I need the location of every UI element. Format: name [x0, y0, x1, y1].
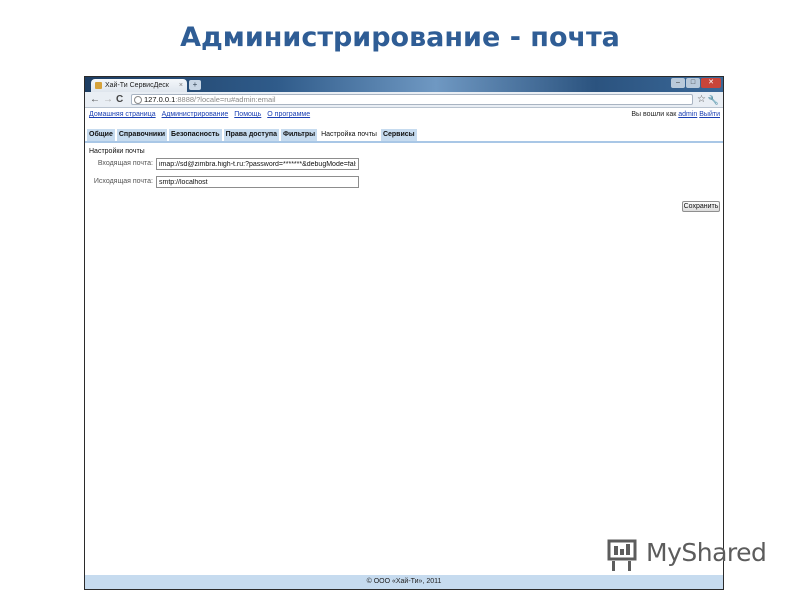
minimize-icon[interactable]: – — [671, 78, 685, 88]
browser-titlebar: Хай-Ти СервисДеск × + – □ ✕ — [85, 77, 723, 92]
browser-tab-title: Хай-Ти СервисДеск — [105, 82, 169, 89]
bookmark-star-icon[interactable]: ☆ — [697, 93, 706, 107]
logged-in-label: Вы вошли как — [631, 111, 677, 118]
url-host: 127.0.0.1 — [144, 95, 176, 104]
tab-mail-settings[interactable]: Настройка почты — [319, 129, 379, 141]
new-tab-button[interactable]: + — [189, 80, 201, 90]
reload-icon[interactable]: C — [116, 93, 123, 107]
link-about[interactable]: О программе — [267, 111, 310, 118]
slide-title: Администрирование - почта — [180, 22, 620, 53]
username-link[interactable]: admin — [678, 111, 697, 118]
outgoing-mail-row: Исходящая почта: — [85, 176, 385, 188]
save-button[interactable]: Сохранить — [682, 201, 720, 212]
favicon-icon — [95, 82, 102, 89]
page-info-icon — [134, 96, 142, 104]
tab-security[interactable]: Безопасность — [169, 129, 222, 141]
maximize-icon[interactable]: □ — [686, 78, 700, 88]
section-title: Настройки почты — [89, 148, 145, 155]
footer: © ООО «Хай-Ти», 2011 — [85, 575, 723, 589]
browser-window: Хай-Ти СервисДеск × + – □ ✕ ← → C 127.0.… — [84, 76, 724, 590]
watermark-text: MyShared — [646, 538, 767, 567]
browser-toolbar: ← → C 127.0.0.1:8888/?locale=ru#admin:em… — [85, 92, 723, 108]
wrench-icon[interactable]: 🔧 — [708, 93, 719, 107]
incoming-mail-row: Входящая почта: — [85, 158, 385, 170]
forward-arrow-icon[interactable]: → — [103, 93, 113, 107]
incoming-mail-field[interactable] — [156, 158, 359, 170]
user-box: Вы вошли как admin Выйти — [631, 111, 720, 118]
back-arrow-icon[interactable]: ← — [90, 93, 100, 107]
browser-tab[interactable]: Хай-Ти СервисДеск × — [91, 79, 187, 92]
address-bar[interactable]: 127.0.0.1:8888/?locale=ru#admin:email — [131, 94, 693, 105]
window-close-icon[interactable]: ✕ — [701, 78, 721, 88]
logout-link[interactable]: Выйти — [699, 111, 720, 118]
tab-general[interactable]: Общие — [87, 129, 115, 141]
app-header: Домашняя страница Администрирование Помо… — [85, 108, 723, 122]
link-admin[interactable]: Администрирование — [162, 111, 229, 118]
myshared-logo-icon — [607, 539, 637, 571]
incoming-mail-label: Входящая почта: — [97, 160, 153, 167]
tab-services[interactable]: Сервисы — [380, 129, 417, 141]
tab-directories[interactable]: Справочники — [116, 129, 168, 141]
url-path: :8888/?locale=ru#admin:email — [175, 95, 276, 104]
link-home[interactable]: Домашняя страница — [89, 111, 156, 118]
tab-access-rights[interactable]: Права доступа — [223, 129, 279, 141]
tab-filters[interactable]: Фильтры — [281, 129, 318, 141]
outgoing-mail-field[interactable] — [156, 176, 359, 188]
outgoing-mail-label: Исходящая почта: — [93, 178, 153, 185]
admin-tabs: Общие Справочники Безопасность Права дос… — [85, 129, 723, 143]
tab-close-icon[interactable]: × — [179, 79, 183, 92]
top-nav-links: Домашняя страница Администрирование Помо… — [89, 111, 314, 118]
link-help[interactable]: Помощь — [234, 111, 261, 118]
